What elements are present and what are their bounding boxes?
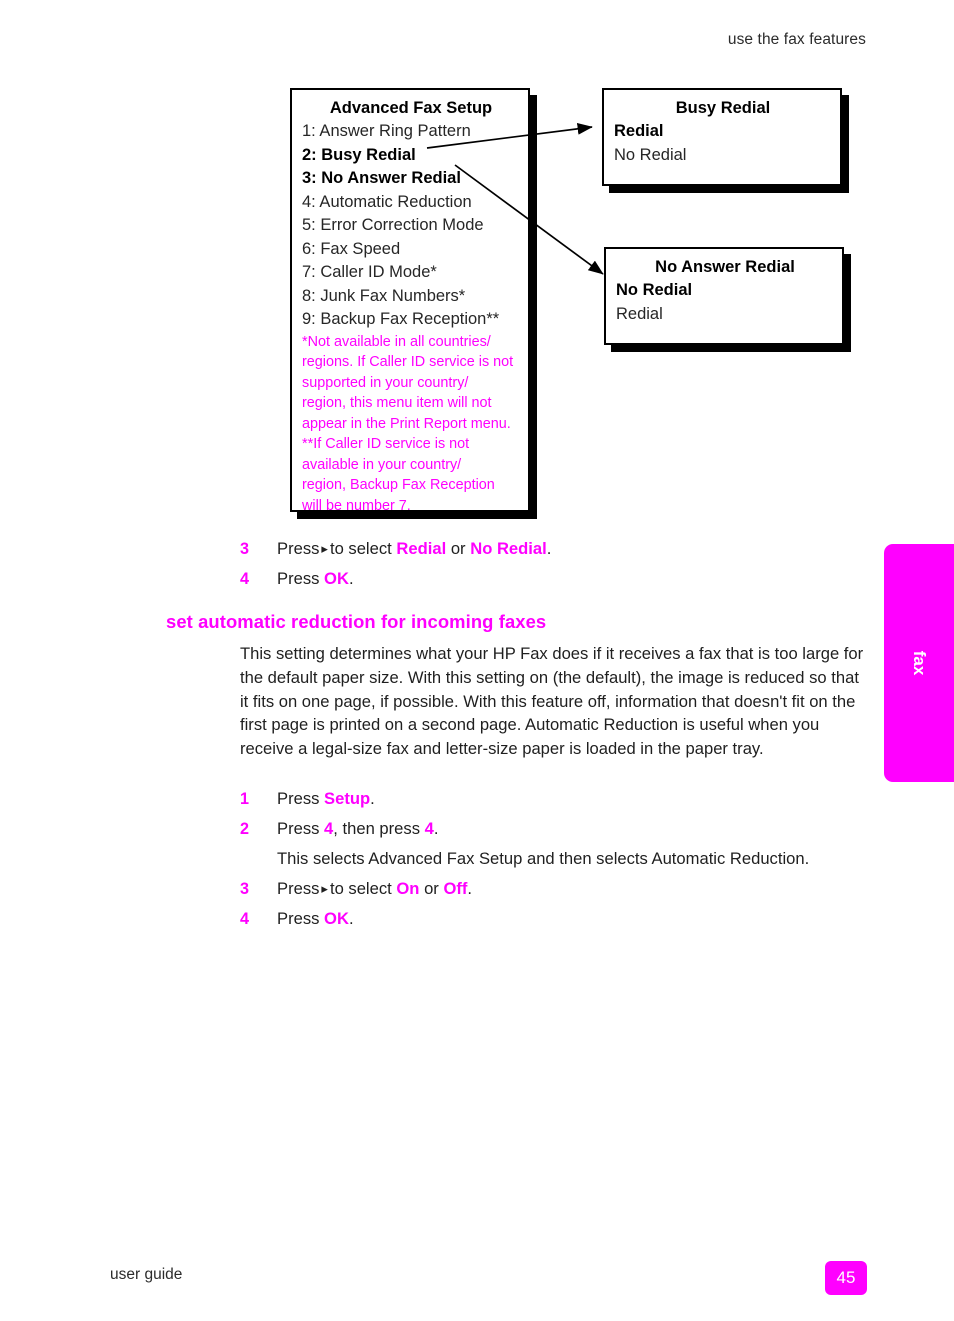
advanced-fax-setup-box: Advanced Fax Setup 1: Answer Ring Patter…: [290, 88, 530, 514]
step-row: 3 Press ▸ to select On or Off.: [240, 874, 880, 904]
section-thumb-tab-fax: fax: [884, 544, 954, 782]
menu-item-5: 5: Error Correction Mode: [302, 216, 484, 234]
menu-item-4: 4: Automatic Reduction: [302, 192, 472, 211]
menu-item-3: 3: No Answer Redial: [302, 169, 461, 187]
step-suffix: .: [433, 819, 439, 838]
menu-item-2: 2: Busy Redial: [302, 145, 416, 164]
step-bold-1: On: [396, 879, 420, 898]
step-row: 3 Press ▸ to select Redial or No Redial.: [240, 534, 880, 564]
step-suffix: .: [348, 569, 354, 588]
footnote-line-3: supported in your country/: [302, 374, 469, 391]
step-prefix: Press: [277, 539, 320, 558]
step-explanation: This selects Advanced Fax Setup and then…: [277, 849, 810, 868]
step-prefix: Press: [277, 789, 320, 808]
footnote-line-2: regions. If Caller ID service is not: [302, 354, 514, 370]
footnote-line-8: region, Backup Fax Reception: [302, 477, 495, 493]
no-answer-redial-title: No Answer Redial: [655, 258, 795, 276]
footer-label: user guide: [110, 1266, 183, 1283]
step-number: 2: [240, 820, 250, 838]
step-bold-2: Off: [443, 879, 468, 898]
step-suffix: .: [467, 879, 473, 898]
footnote-line-5: appear in the Print Report menu.: [302, 415, 511, 432]
section-paragraph: This setting determines what your HP Fax…: [240, 644, 864, 759]
step-bold-1: Setup: [324, 789, 371, 808]
step-conjunction: or: [450, 539, 466, 558]
page-number-badge: 45: [825, 1261, 867, 1295]
step-bold-1: 4: [324, 819, 334, 838]
step-conjunction: , then press: [333, 819, 420, 838]
step-prefix: Press: [277, 569, 320, 588]
step-bold-1: Redial: [396, 539, 447, 558]
menu-item-7: 7: Caller ID Mode*: [302, 263, 437, 281]
menu-item-1: 1: Answer Ring Pattern: [302, 122, 471, 140]
step-suffix: .: [348, 909, 354, 928]
step-suffix: .: [546, 539, 552, 558]
advanced-fax-setup-title: Advanced Fax Setup: [329, 99, 493, 117]
step-conjunction: or: [424, 879, 439, 898]
right-arrow-icon: ▸: [321, 541, 328, 556]
step-bold-1: OK: [324, 569, 349, 588]
step-text: Press ▸ to select Redial or No Redial.: [277, 534, 880, 564]
step-number: 4: [240, 910, 250, 928]
footnote-line-9: will be number 7.: [302, 497, 411, 514]
menu-flow-diagram: Advanced Fax Setup 1: Answer Ring Patter…: [0, 0, 954, 530]
no-answer-redial-option-selected: No Redial: [616, 281, 693, 299]
busy-redial-title: Busy Redial: [675, 99, 771, 117]
step-bold-2: 4: [424, 819, 434, 838]
step-row: 4 Press OK.: [240, 904, 880, 934]
step-row: 2 Press 4, then press 4.: [240, 814, 880, 844]
footnote-line-4: region, this menu item will not: [302, 395, 492, 411]
step-text: Press ▸ to select On or Off.: [277, 874, 880, 904]
step-text: Press 4, then press 4.: [277, 814, 880, 844]
step-prefix: Press: [277, 909, 320, 928]
footnote-line-7: available in your country/: [302, 456, 462, 473]
step-middle: to select: [329, 539, 392, 558]
step-row: 1 Press Setup.: [240, 784, 880, 814]
page-number: 45: [836, 1268, 856, 1287]
step-text: Press Setup.: [277, 784, 880, 814]
step-prefix: Press: [277, 879, 320, 898]
step-text: Press OK.: [277, 904, 880, 934]
menu-item-8: 8: Junk Fax Numbers*: [302, 286, 466, 305]
no-answer-redial-box: No Answer Redial No Redial Redial: [604, 247, 844, 345]
steps-busy-redial: 3 Press ▸ to select Redial or No Redial. 4…: [240, 534, 880, 594]
step-middle: to select: [329, 879, 392, 898]
no-answer-redial-option-other: Redial: [616, 304, 663, 323]
step-text: Press OK.: [277, 564, 880, 594]
step-row: 4 Press OK.: [240, 564, 880, 594]
right-arrow-icon: ▸: [321, 881, 328, 896]
step-bold-1: OK: [324, 909, 349, 928]
step-number: 4: [240, 570, 250, 588]
step-number: 3: [240, 880, 250, 898]
steps-automatic-reduction: 1 Press Setup. 2 Press 4, then press 4. …: [240, 784, 880, 934]
busy-redial-option-selected: Redial: [614, 122, 664, 140]
busy-redial-box: Busy Redial Redial No Redial: [602, 88, 842, 186]
step-number: 3: [240, 540, 250, 558]
thumb-tab-label: fax: [910, 650, 929, 676]
busy-redial-option-other: No Redial: [614, 145, 687, 164]
section-heading: set automatic reduction for incoming fax…: [166, 611, 547, 632]
menu-item-6: 6: Fax Speed: [302, 239, 401, 258]
step-number: 1: [240, 790, 250, 808]
footnote-line-1: *Not available in all countries/: [302, 333, 491, 350]
step-bold-2: No Redial: [470, 539, 547, 558]
menu-item-9: 9: Backup Fax Reception**: [302, 310, 500, 328]
footnote-line-6: **If Caller ID service is not: [302, 436, 470, 452]
step-prefix: Press: [277, 819, 320, 838]
step-suffix: .: [370, 789, 375, 808]
